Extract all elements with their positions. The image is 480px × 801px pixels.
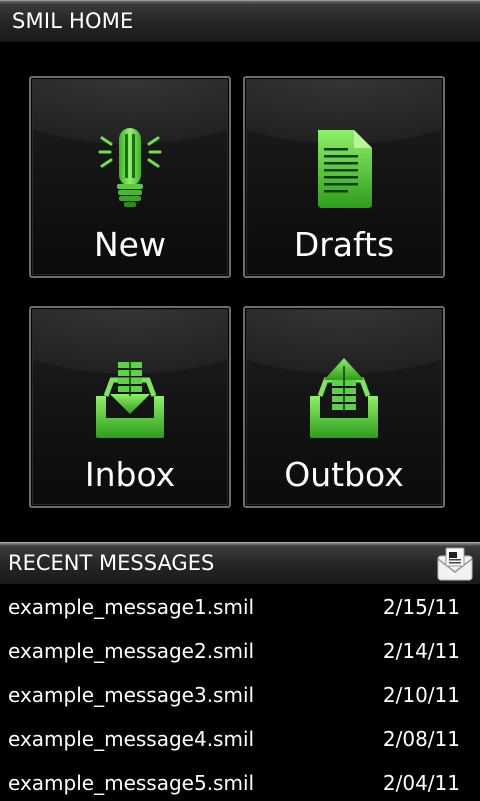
lightbulb-icon (95, 126, 165, 214)
title-bar: SMIL HOME (0, 0, 480, 42)
mail-icon[interactable] (436, 546, 474, 582)
message-date: 2/14/11 (382, 639, 460, 663)
recent-messages-title: RECENT MESSAGES (8, 551, 215, 575)
list-item[interactable]: example_message4.smil 2/08/11 (0, 717, 480, 761)
message-name: example_message4.smil (8, 727, 255, 751)
message-date: 2/04/11 (382, 771, 460, 795)
inbox-download-icon (92, 356, 168, 444)
message-name: example_message2.smil (8, 639, 255, 663)
new-tile-button[interactable]: New (29, 76, 231, 278)
document-icon (312, 126, 376, 214)
new-label: New (94, 225, 166, 264)
recent-messages-header: RECENT MESSAGES (0, 542, 480, 584)
message-date: 2/08/11 (382, 727, 460, 751)
recent-messages-list: example_message1.smil 2/15/11 example_me… (0, 585, 480, 801)
list-item[interactable]: example_message5.smil 2/04/11 (0, 761, 480, 801)
message-name: example_message5.smil (8, 771, 255, 795)
page-title: SMIL HOME (12, 9, 134, 33)
drafts-label: Drafts (293, 225, 395, 264)
inbox-label: Inbox (84, 455, 176, 494)
list-item[interactable]: example_message3.smil 2/10/11 (0, 673, 480, 717)
drafts-tile-button[interactable]: Drafts (243, 76, 445, 278)
outbox-label: Outbox (284, 455, 404, 494)
outbox-upload-icon (306, 356, 382, 444)
message-date: 2/15/11 (382, 595, 460, 619)
outbox-tile-button[interactable]: Outbox (243, 306, 445, 508)
message-name: example_message3.smil (8, 683, 255, 707)
message-name: example_message1.smil (8, 595, 255, 619)
list-item[interactable]: example_message2.smil 2/14/11 (0, 629, 480, 673)
list-item[interactable]: example_message1.smil 2/15/11 (0, 585, 480, 629)
inbox-tile-button[interactable]: Inbox (29, 306, 231, 508)
message-date: 2/10/11 (382, 683, 460, 707)
